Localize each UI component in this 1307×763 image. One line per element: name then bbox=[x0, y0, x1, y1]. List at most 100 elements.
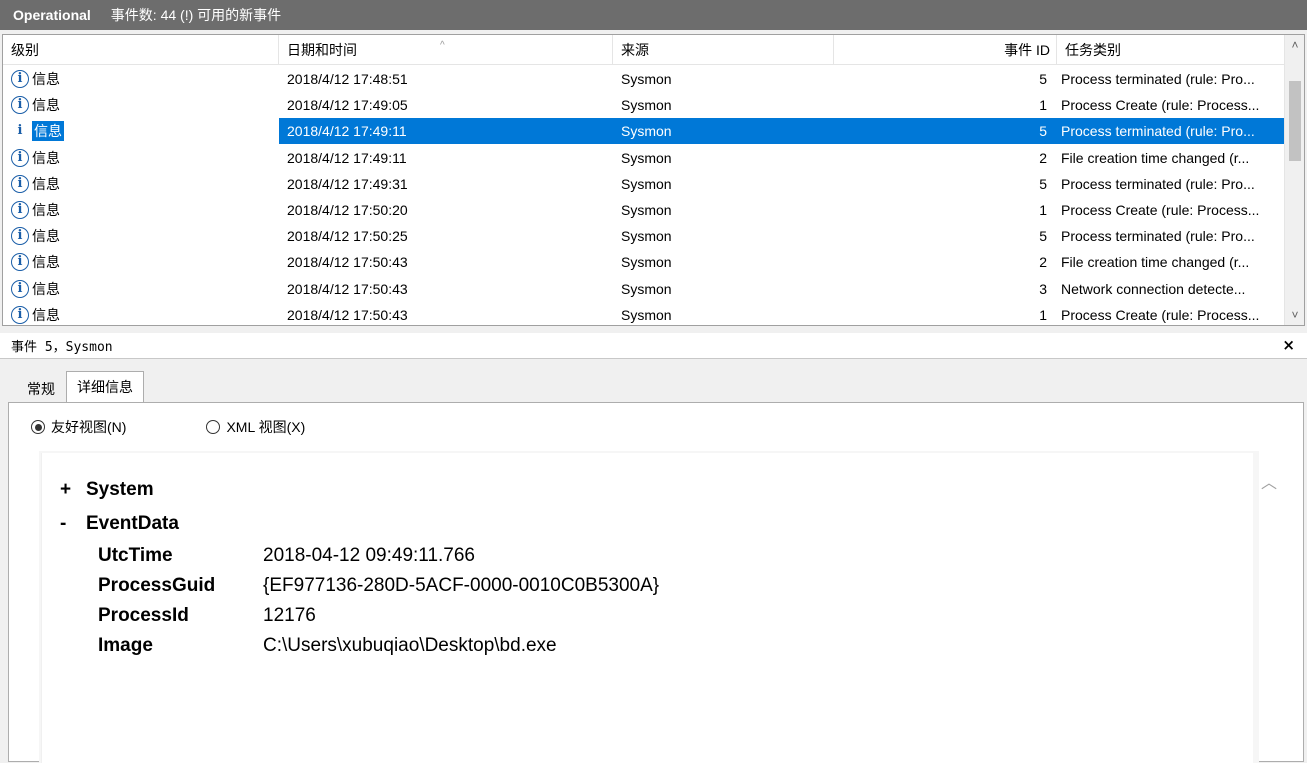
row-event-id: 1 bbox=[1039, 306, 1047, 323]
event-list-scrollbar[interactable]: ˄ ˅ bbox=[1284, 35, 1304, 325]
row-source: Sysmon bbox=[613, 118, 834, 145]
scrollbar-thumb[interactable] bbox=[1289, 81, 1301, 161]
chevron-down-icon[interactable]: ˅ bbox=[1285, 305, 1304, 325]
event-data-view[interactable]: + System - EventData UtcTime 2018-04-12 0… bbox=[41, 453, 1277, 763]
row-datetime: 2018/4/12 17:49:05 bbox=[287, 97, 408, 114]
row-datetime: 2018/4/12 17:50:43 bbox=[287, 280, 408, 297]
info-icon: i bbox=[11, 279, 29, 298]
system-node-label: System bbox=[86, 479, 154, 500]
chevron-up-icon[interactable]: ˄ bbox=[1285, 35, 1304, 55]
event-field-value: 12176 bbox=[263, 605, 316, 626]
row-task-category: Process terminated (rule: Pro... bbox=[1061, 228, 1255, 245]
expand-toggle[interactable]: + bbox=[60, 479, 86, 501]
row-event-id: 3 bbox=[1039, 280, 1047, 297]
event-rows: i 信息 2018/4/12 17:48:51 Sysmon 5 Process term… bbox=[3, 66, 1285, 325]
sort-caret-icon: ^ bbox=[440, 40, 445, 51]
row-source: Sysmon bbox=[621, 228, 672, 245]
row-level: i 信息 bbox=[3, 200, 279, 220]
xml-view-radio[interactable]: XML 视图(X) bbox=[206, 417, 305, 437]
table-row[interactable]: i 信息 2018/4/12 17:50:43 Sysmon 1 Process Crea… bbox=[3, 302, 1285, 325]
event-field-value: 2018-04-12 09:49:11.766 bbox=[263, 545, 475, 566]
event-field-key: Image bbox=[98, 635, 153, 656]
row-datetime: 2018/4/12 17:50:43 bbox=[287, 254, 408, 271]
row-source: Sysmon bbox=[621, 175, 672, 192]
column-header-event-id[interactable]: 事件 ID bbox=[834, 35, 1057, 65]
info-icon: i bbox=[11, 122, 29, 141]
column-header-source[interactable]: 来源 bbox=[613, 35, 834, 65]
column-header-level[interactable]: 级别 bbox=[3, 35, 279, 65]
row-level: i 信息 bbox=[3, 121, 279, 142]
row-task-category: Process terminated (rule: Pro... bbox=[1061, 71, 1255, 88]
info-icon: i bbox=[11, 227, 29, 246]
event-field-value: {EF977136-280D-5ACF-0000-0010C0B5300A} bbox=[263, 575, 660, 596]
table-row[interactable]: i 信息 2018/4/12 17:48:51 Sysmon 5 Process term… bbox=[3, 66, 1285, 92]
details-panel: 友好视图(N) XML 视图(X) + System - EventData U… bbox=[8, 402, 1304, 763]
event-field: ProcessId 12176 bbox=[98, 605, 316, 627]
row-datetime: 2018/4/12 17:50:43 bbox=[287, 306, 408, 323]
event-field-key: UtcTime bbox=[98, 545, 173, 566]
row-level-text: 信息 bbox=[32, 254, 60, 271]
row-level: i 信息 bbox=[3, 148, 279, 168]
row-level-text: 信息 bbox=[32, 149, 60, 166]
row-level-text: 信息 bbox=[32, 280, 60, 297]
event-detail-heading: 事件 5，Sysmon bbox=[11, 340, 113, 355]
view-mode-group: 友好视图(N) XML 视图(X) bbox=[31, 417, 385, 437]
row-level: i 信息 bbox=[3, 226, 279, 246]
row-event-id: 2 bbox=[1039, 149, 1047, 166]
column-header-datetime[interactable]: 日期和时间 ^ bbox=[279, 35, 613, 65]
row-datetime: 2018/4/12 17:48:51 bbox=[287, 71, 408, 88]
table-row[interactable]: i 信息 2018/4/12 17:50:43 Sysmon 3 Network conn… bbox=[3, 276, 1285, 302]
log-name: Operational bbox=[13, 7, 91, 23]
tab-details[interactable]: 详细信息 bbox=[66, 371, 144, 403]
row-event-id: 5 bbox=[1039, 71, 1047, 88]
table-row[interactable]: i 信息 2018/4/12 17:49:11 Sysmon 2 File creatio… bbox=[3, 145, 1285, 171]
eventdata-node[interactable]: - EventData bbox=[60, 513, 179, 535]
event-list-header: 级别 日期和时间 ^ 来源 事件 ID 任务类别 bbox=[3, 35, 1285, 65]
table-row[interactable]: i 信息 2018/4/12 17:50:20 Sysmon 1 Process Crea… bbox=[3, 197, 1285, 223]
row-level: i 信息 bbox=[3, 174, 279, 194]
row-task-category: Process terminated (rule: Pro... bbox=[1057, 118, 1285, 145]
row-task-category: File creation time changed (r... bbox=[1061, 149, 1250, 166]
column-header-datetime-label: 日期和时间 bbox=[287, 42, 357, 58]
row-level: i 信息 bbox=[3, 305, 279, 325]
table-row[interactable]: i 信息 2018/4/12 17:49:05 Sysmon 1 Process Crea… bbox=[3, 92, 1285, 118]
row-source: Sysmon bbox=[621, 202, 672, 219]
info-icon: i bbox=[11, 201, 29, 220]
friendly-view-radio[interactable]: 友好视图(N) bbox=[31, 417, 126, 437]
row-datetime: 2018/4/12 17:50:25 bbox=[287, 228, 408, 245]
event-list[interactable]: 级别 日期和时间 ^ 来源 事件 ID 任务类别 i 信息 2018/4/12 17… bbox=[2, 34, 1305, 326]
system-node[interactable]: + System bbox=[60, 479, 154, 501]
row-datetime: 2018/4/12 17:50:20 bbox=[287, 202, 408, 219]
row-level: i 信息 bbox=[3, 69, 279, 89]
event-field-value: C:\Users\xubuqiao\Desktop\bd.exe bbox=[263, 635, 557, 656]
table-row[interactable]: i 信息 2018/4/12 17:50:25 Sysmon 5 Process term… bbox=[3, 223, 1285, 249]
table-row[interactable]: i 信息 2018/4/12 17:50:43 Sysmon 2 File creatio… bbox=[3, 249, 1285, 275]
close-icon[interactable]: × bbox=[1282, 336, 1295, 354]
row-source: Sysmon bbox=[621, 97, 672, 114]
row-task-category: Process Create (rule: Process... bbox=[1061, 97, 1260, 114]
row-task-category: Process terminated (rule: Pro... bbox=[1061, 175, 1255, 192]
row-source: Sysmon bbox=[621, 306, 672, 323]
table-row[interactable]: i 信息 2018/4/12 17:49:31 Sysmon 5 Process term… bbox=[3, 171, 1285, 197]
row-source: Sysmon bbox=[621, 71, 672, 88]
row-source: Sysmon bbox=[621, 149, 672, 166]
row-level-text: 信息 bbox=[32, 202, 60, 219]
row-task-category: Process Create (rule: Process... bbox=[1061, 202, 1260, 219]
row-event-id: 5 bbox=[1039, 228, 1047, 245]
log-summary: 事件数: 44 (!) 可用的新事件 bbox=[110, 7, 282, 23]
info-icon: i bbox=[11, 305, 29, 324]
info-icon: i bbox=[11, 174, 29, 193]
column-header-task-category[interactable]: 任务类别 bbox=[1057, 35, 1285, 65]
radio-selected-icon bbox=[31, 420, 45, 434]
table-row[interactable]: i 信息 2018/4/12 17:49:11 Sysmon 5 Process term… bbox=[3, 118, 1285, 145]
chevron-up-icon[interactable]: ︿ bbox=[1261, 469, 1277, 493]
row-datetime: 2018/4/12 17:49:11 bbox=[287, 149, 407, 166]
row-task-category: Network connection detecte... bbox=[1061, 280, 1246, 297]
row-event-id: 2 bbox=[1039, 254, 1047, 271]
row-source: Sysmon bbox=[621, 254, 672, 271]
collapse-toggle[interactable]: - bbox=[60, 513, 86, 535]
tab-general[interactable]: 常规 bbox=[16, 374, 66, 402]
row-task-category: Process Create (rule: Process... bbox=[1061, 306, 1260, 323]
event-field: ProcessGuid {EF977136-280D-5ACF-0000-0010… bbox=[98, 575, 659, 597]
row-event-id: 1 bbox=[1039, 202, 1047, 219]
